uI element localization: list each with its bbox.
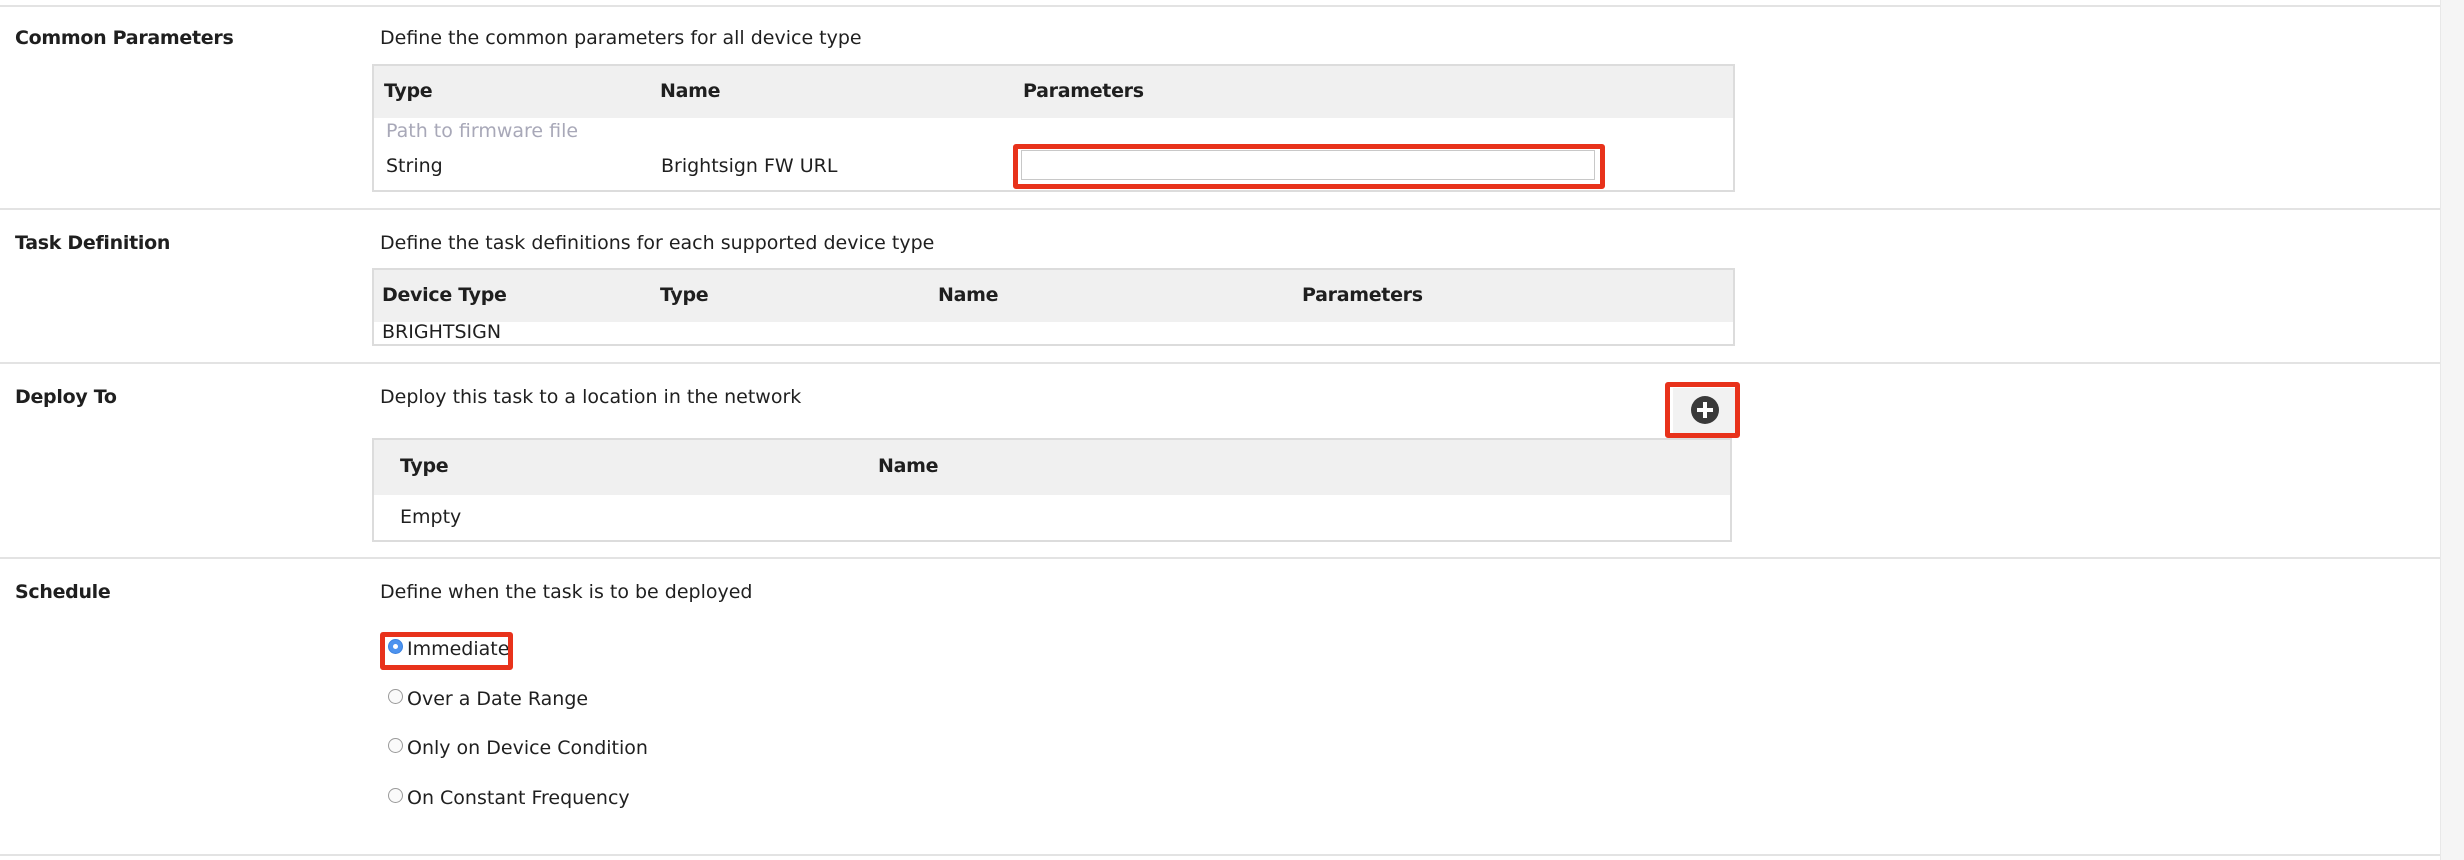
common-parameters-description: Define the common parameters for all dev…: [380, 27, 862, 49]
device-type-cell: BRIGHTSIGN: [382, 321, 502, 343]
divider: [0, 208, 2440, 210]
divider: [0, 5, 2440, 7]
table-header: Type Name Parameters: [374, 66, 1733, 118]
scroll-track[interactable]: [2440, 0, 2464, 860]
column-header-parameters: Parameters: [1023, 80, 1144, 102]
task-definition-description: Define the task definitions for each sup…: [380, 232, 935, 254]
highlight-box: [1665, 382, 1740, 438]
column-header-device-type: Device Type: [382, 284, 507, 306]
deploy-to-label: Deploy To: [15, 386, 117, 408]
empty-row-text: Empty: [400, 506, 462, 528]
schedule-option-date-range[interactable]: Over a Date Range: [388, 688, 588, 710]
highlight-box: [380, 632, 513, 670]
radio-unselected-icon[interactable]: [388, 787, 403, 803]
column-header-name: Name: [938, 284, 999, 306]
task-definition-label: Task Definition: [15, 232, 171, 254]
column-header-type: Type: [660, 284, 709, 306]
parameter-name: Brightsign FW URL: [661, 155, 838, 177]
task-definition-table: Device Type Type Name Parameters BRIGHTS…: [372, 268, 1735, 346]
column-header-type: Type: [384, 80, 433, 102]
deploy-to-table: Type Name Empty: [372, 438, 1732, 542]
divider: [0, 854, 2440, 856]
option-label: On Constant Frequency: [407, 787, 630, 809]
option-label: Over a Date Range: [407, 688, 589, 710]
radio-unselected-icon[interactable]: [388, 688, 403, 704]
radio-unselected-icon[interactable]: [388, 737, 403, 753]
table-header: Type Name: [374, 440, 1730, 495]
column-header-name: Name: [878, 455, 939, 477]
task-editor-page: Common Parameters Define the common para…: [0, 0, 2464, 860]
schedule-description: Define when the task is to be deployed: [380, 581, 753, 603]
option-label: Only on Device Condition: [407, 737, 648, 759]
column-header-parameters: Parameters: [1302, 284, 1423, 306]
divider: [0, 362, 2440, 364]
schedule-option-device-condition[interactable]: Only on Device Condition: [388, 737, 648, 759]
schedule-option-constant-frequency[interactable]: On Constant Frequency: [388, 787, 630, 809]
common-parameters-label: Common Parameters: [15, 27, 234, 49]
column-header-type: Type: [400, 455, 449, 477]
column-header-name: Name: [660, 80, 721, 102]
schedule-label: Schedule: [15, 581, 111, 603]
parameter-hint: Path to firmware file: [386, 120, 579, 142]
divider: [0, 557, 2440, 559]
highlight-box: [1013, 144, 1605, 189]
parameter-type: String: [386, 155, 443, 177]
deploy-to-description: Deploy this task to a location in the ne…: [380, 386, 802, 408]
table-header: Device Type Type Name Parameters: [374, 270, 1733, 322]
